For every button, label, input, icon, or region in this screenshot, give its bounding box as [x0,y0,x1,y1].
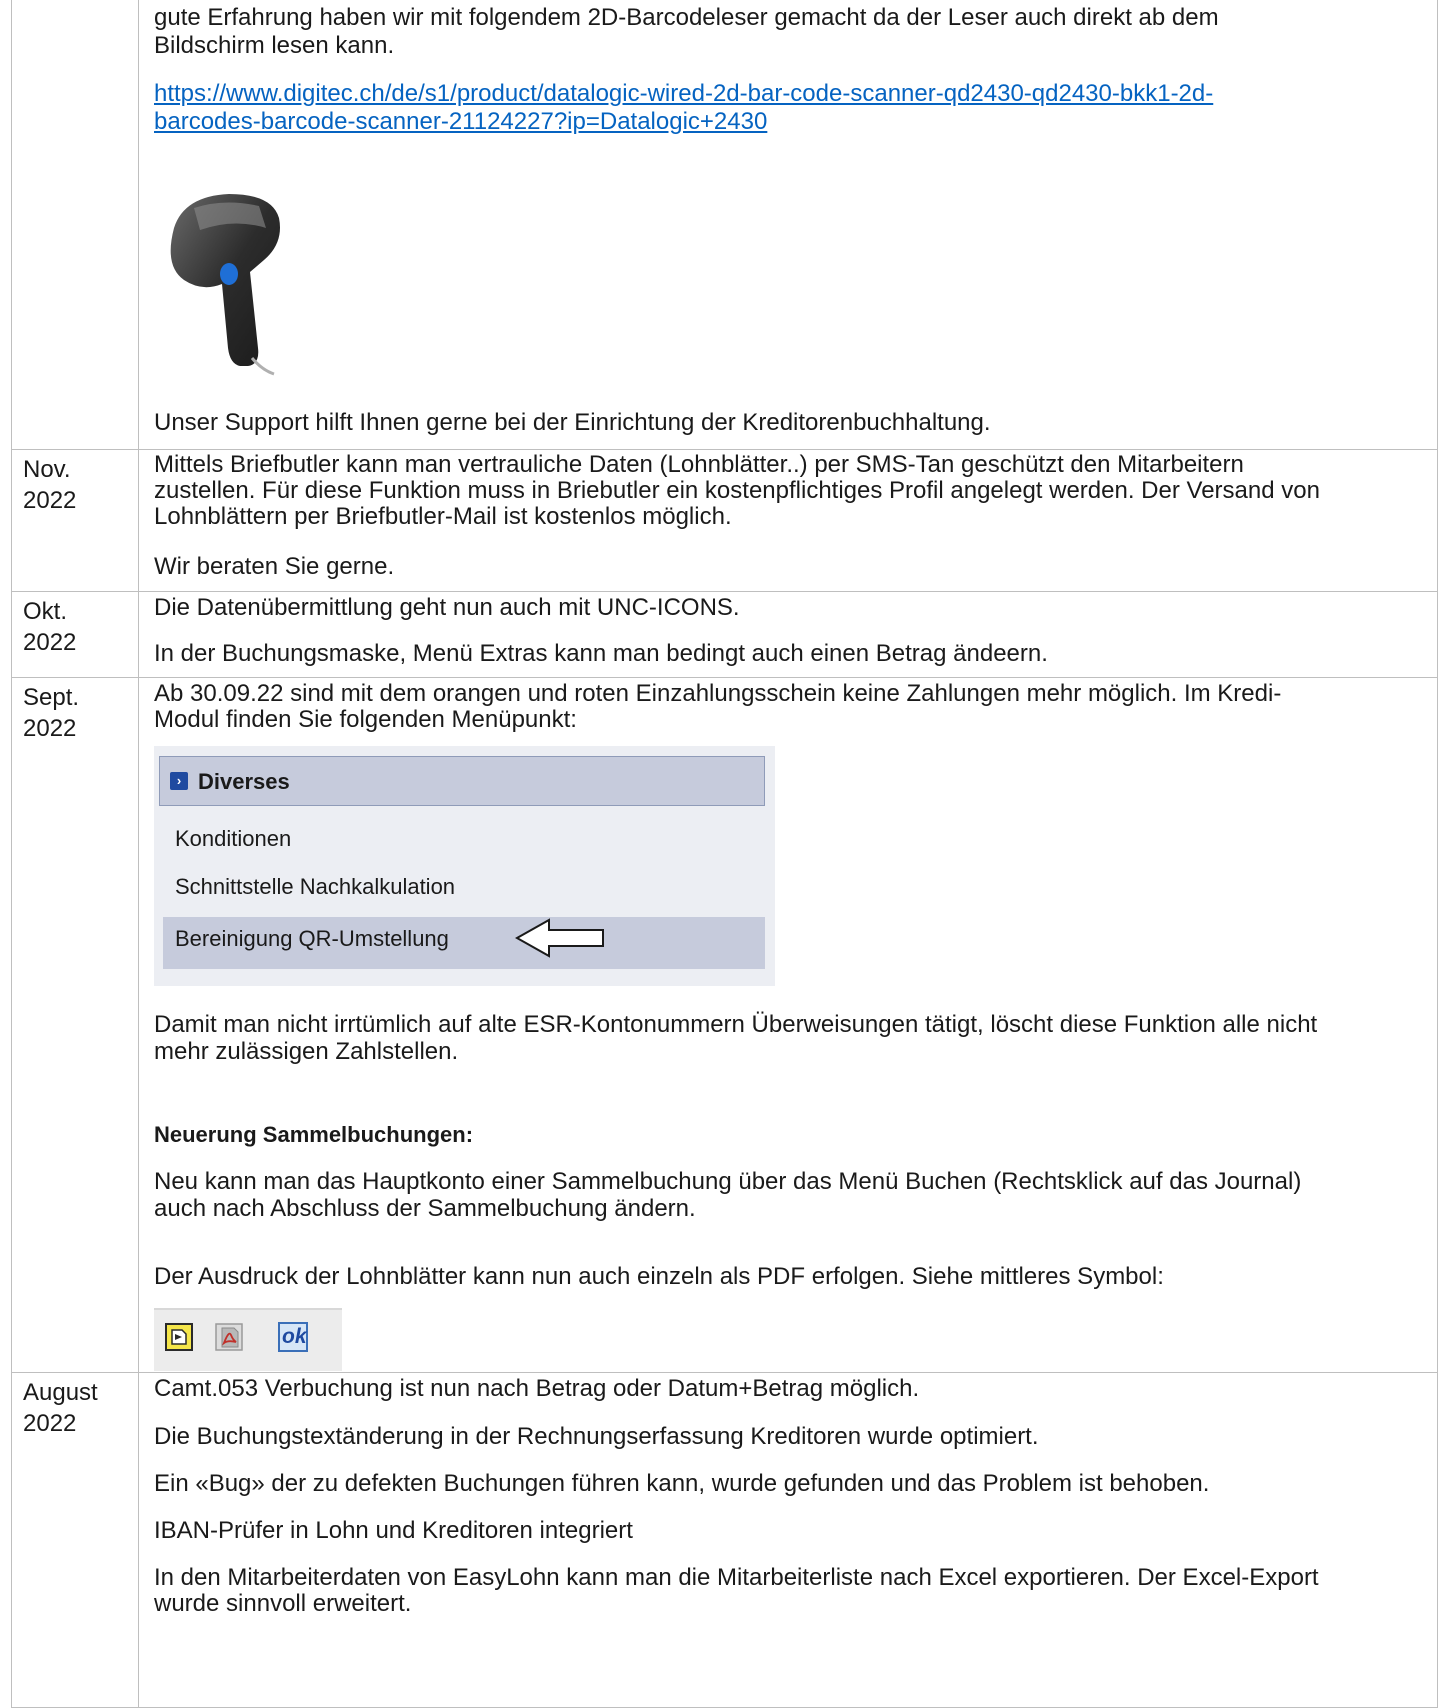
table-row: gute Erfahrung haben wir mit folgendem 2… [11,0,1438,450]
esr-end-text: Ab 30.09.22 sind mit dem orangen und rot… [154,680,1282,733]
chevron-right-icon: › [170,772,188,790]
bug-fix-text: Ein «Bug» der zu defekten Buchungen führ… [154,1470,1210,1497]
content-cell: Camt.053 Verbuchung ist nun nach Betrag … [138,1372,1438,1708]
intro-text: gute Erfahrung haben wir mit folgendem 2… [154,4,1219,59]
date-cell: August 2022 [11,1372,139,1708]
unc-icons-text: Die Datenübermittlung geht nun auch mit … [154,594,740,621]
ok-button[interactable]: ok [278,1322,308,1352]
entry-date: August 2022 [23,1379,98,1437]
advice-text: Wir beraten Sie gerne. [154,553,395,580]
menu-item-bereinigung[interactable]: Bereinigung QR-Umstellung [175,926,449,952]
barcode-scanner-image [170,194,280,376]
section-heading: Neuerung Sammelbuchungen: [154,1122,474,1147]
sammelbuchung-text: Neu kann man das Hauptkonto einer Sammel… [154,1168,1302,1222]
esr-cleanup-text: Damit man nicht irrtümlich auf alte ESR-… [154,1011,1318,1065]
print-batch-icon[interactable] [164,1322,194,1352]
print-toolbar: ok [154,1308,342,1371]
booking-text-change: Die Buchungstextänderung in der Rechnung… [154,1423,1039,1450]
entry-date: Okt. 2022 [23,598,77,656]
menu-item-konditionen[interactable]: Konditionen [175,826,291,852]
table-row: Okt. 2022 Die Datenübermittlung geht nun… [11,591,1438,678]
page: gute Erfahrung haben wir mit folgendem 2… [0,0,1439,1708]
entry-date: Nov. 2022 [23,456,77,514]
pdf-icon[interactable] [214,1322,244,1352]
product-link-line-1: https://www.digitec.ch/de/s1/product/dat… [154,80,1214,107]
product-link[interactable]: https://www.digitec.ch/de/s1/product/dat… [154,80,1354,136]
iban-check-text: IBAN-Prüfer in Lohn und Kreditoren integ… [154,1517,633,1544]
booking-mask-text: In der Buchungsmaske, Menü Extras kann m… [154,640,1048,667]
arrow-left-icon [515,918,604,958]
table-row: Nov. 2022 Mittels Briefbutler kann man v… [11,449,1438,592]
pdf-print-text: Der Ausdruck der Lohnblätter kann nun au… [154,1263,1164,1290]
table-row: August 2022 Camt.053 Verbuchung ist nun … [11,1372,1438,1708]
date-cell: Sept. 2022 [11,677,139,1373]
content-cell: gute Erfahrung haben wir mit folgendem 2… [138,0,1438,450]
date-cell: Okt. 2022 [11,591,139,678]
menu-item-schnittstelle[interactable]: Schnittstelle Nachkalkulation [175,874,455,900]
entry-date: Sept. 2022 [23,684,80,742]
news-table: gute Erfahrung haben wir mit folgendem 2… [11,0,1438,1708]
date-cell [11,0,139,450]
camt-text: Camt.053 Verbuchung ist nun nach Betrag … [154,1375,920,1402]
briefbutler-text: Mittels Briefbutler kann man vertraulich… [154,451,1320,530]
support-text: Unser Support hilft Ihnen gerne bei der … [154,409,991,436]
menu-header-diverses: › Diverses [159,756,765,806]
date-cell: Nov. 2022 [11,449,139,592]
ok-label: ok [282,1325,307,1348]
content-cell: Mittels Briefbutler kann man vertraulich… [138,449,1438,592]
excel-export-text: In den Mitarbeiterdaten von EasyLohn kan… [154,1564,1319,1617]
menu-screenshot: › Diverses Konditionen Schnittstelle Nac… [154,746,775,986]
table-row: Sept. 2022 Ab 30.09.22 sind mit dem oran… [11,677,1438,1373]
content-cell: Ab 30.09.22 sind mit dem orangen und rot… [138,677,1438,1373]
menu-header-label: Diverses [198,769,290,794]
content-cell: Die Datenübermittlung geht nun auch mit … [138,591,1438,678]
product-link-line-2: barcodes-barcode-scanner-21124227?ip=Dat… [154,108,768,135]
